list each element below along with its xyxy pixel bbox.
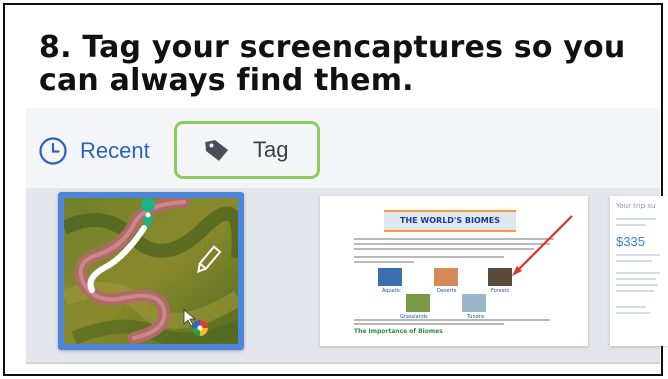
thumbnail-web-page[interactable]: Your trip su $335 xyxy=(610,196,668,346)
text-line xyxy=(616,306,646,308)
tray-bottom-border xyxy=(26,362,660,364)
text-line xyxy=(616,254,660,256)
slide-headline: 8. Tag your screencaptures so you can al… xyxy=(39,31,625,97)
capture-tray: THE WORLD'S BIOMES Aquatic Deserts Fores… xyxy=(26,188,668,362)
thumbnail-aerial-photo[interactable] xyxy=(58,192,244,350)
thumbnail-biomes-document[interactable]: THE WORLD'S BIOMES Aquatic Deserts Fores… xyxy=(320,196,588,346)
web-page-price: $335 xyxy=(616,234,645,249)
tag-icon xyxy=(205,140,229,161)
tag-button[interactable]: Tag xyxy=(174,121,320,179)
text-line xyxy=(616,218,656,220)
text-line xyxy=(616,272,660,274)
text-line xyxy=(616,260,652,262)
text-line xyxy=(616,224,646,226)
text-line xyxy=(616,278,656,280)
aerial-river-image xyxy=(64,198,238,344)
headline-line-2: can always find them. xyxy=(39,63,414,98)
text-line xyxy=(616,312,650,314)
text-line xyxy=(616,284,658,286)
web-page-title: Your trip su xyxy=(616,202,656,210)
recent-label: Recent xyxy=(80,138,150,163)
text-line xyxy=(616,290,654,292)
recent-button[interactable]: Recent xyxy=(38,136,150,166)
color-wheel-icon xyxy=(192,320,208,336)
tag-label: Tag xyxy=(253,137,289,162)
library-toolbar: Recent Tag xyxy=(26,108,660,189)
headline-line-1: 8. Tag your screencaptures so you xyxy=(39,30,626,65)
arrow-annotation xyxy=(512,215,573,276)
clock-icon xyxy=(39,137,67,165)
